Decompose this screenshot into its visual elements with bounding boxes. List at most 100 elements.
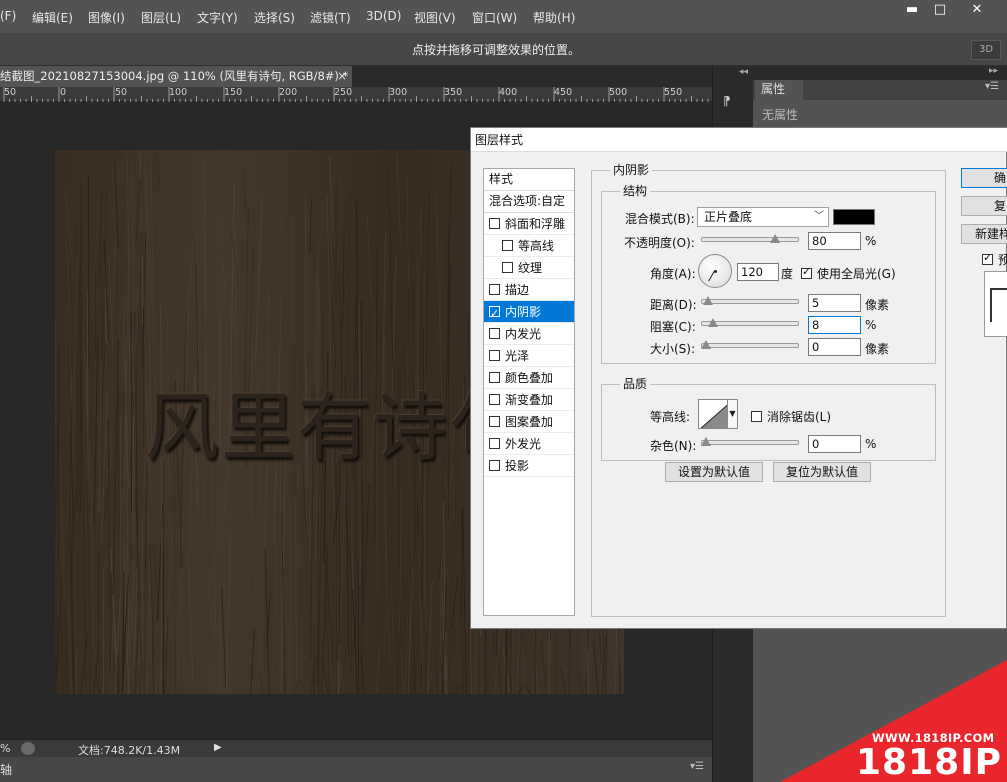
style-item[interactable]: 光泽: [484, 345, 574, 367]
opacity-slider[interactable]: [701, 234, 799, 243]
menu-view[interactable]: 视图(V): [414, 9, 456, 26]
angle-center: [714, 270, 717, 273]
style-item[interactable]: 内阴影: [484, 301, 574, 325]
panel-menu-icon[interactable]: ▾☰: [690, 761, 704, 772]
style-item[interactable]: 内发光: [484, 323, 574, 345]
quality-title: 品质: [620, 377, 651, 391]
distance-slider-thumb[interactable]: [702, 296, 713, 305]
style-checkbox-icon[interactable]: [489, 372, 500, 383]
blend-mode-select[interactable]: 正片叠底 ﹀: [697, 207, 829, 227]
style-item[interactable]: 描边: [484, 279, 574, 301]
paragraph-panel-icon[interactable]: ⁋: [723, 94, 743, 112]
global-light-check-icon[interactable]: [801, 265, 812, 279]
style-item[interactable]: 渐变叠加: [484, 389, 574, 411]
expand-panels-icon[interactable]: ▸▸: [989, 66, 998, 76]
style-checkbox-icon[interactable]: [489, 416, 500, 427]
new-style-button[interactable]: 新建样: [961, 224, 1007, 244]
shadow-color-swatch[interactable]: [833, 209, 875, 225]
make-default-button[interactable]: 设置为默认值: [665, 462, 763, 482]
reset-default-button[interactable]: 复位为默认值: [773, 462, 871, 482]
menu-help[interactable]: 帮助(H): [533, 9, 575, 26]
style-item-label: 颜色叠加: [505, 371, 554, 385]
style-checkbox-icon[interactable]: [489, 284, 500, 295]
distance-label: 距离(D):: [650, 298, 697, 312]
style-checkbox-icon[interactable]: [489, 438, 500, 449]
tab-properties[interactable]: 属性: [755, 80, 803, 100]
style-item-label: 内发光: [505, 327, 542, 341]
size-slider[interactable]: [701, 340, 799, 349]
size-label: 大小(S):: [650, 342, 696, 356]
ok-button[interactable]: 确: [961, 168, 1007, 188]
antialias-check-icon[interactable]: [751, 411, 762, 422]
style-item[interactable]: 等高线: [484, 235, 574, 257]
noise-slider-thumb[interactable]: [701, 437, 711, 446]
preview-check-icon[interactable]: [982, 251, 993, 265]
size-input[interactable]: 0: [808, 338, 861, 356]
choke-input[interactable]: 8: [808, 316, 861, 334]
styles-header[interactable]: 样式: [484, 169, 574, 191]
close-window-button[interactable]: ✕: [955, 0, 999, 20]
style-checkbox-icon[interactable]: [489, 218, 500, 229]
styles-list: 样式 混合选项:自定 斜面和浮雕等高线纹理描边内阴影内发光光泽颜色叠加渐变叠加图…: [483, 168, 575, 616]
style-item[interactable]: 斜面和浮雕: [484, 213, 574, 235]
style-item[interactable]: 外发光: [484, 433, 574, 455]
style-checkbox-icon[interactable]: [489, 350, 500, 361]
style-checkbox-icon[interactable]: [489, 460, 500, 471]
close-tab-icon[interactable]: ×: [337, 66, 347, 87]
style-item[interactable]: 图案叠加: [484, 411, 574, 433]
style-item[interactable]: 颜色叠加: [484, 367, 574, 389]
cancel-button[interactable]: 复: [961, 196, 1007, 216]
preview-checkbox[interactable]: 预: [982, 251, 1007, 268]
style-item-label: 等高线: [518, 239, 555, 253]
menu-window[interactable]: 窗口(W): [472, 9, 517, 26]
style-checkbox-icon[interactable]: [489, 394, 500, 405]
style-item[interactable]: 纹理: [484, 257, 574, 279]
style-item[interactable]: 投影: [484, 455, 574, 477]
distance-slider[interactable]: [701, 296, 799, 305]
menu-select[interactable]: 选择(S): [254, 9, 295, 26]
antialias-checkbox[interactable]: 消除锯齿(L): [751, 408, 831, 425]
maximize-button[interactable]: □: [925, 0, 955, 20]
choke-slider-thumb[interactable]: [707, 318, 718, 327]
section-title: 内阴影: [610, 163, 653, 177]
angle-input[interactable]: 120: [737, 263, 779, 281]
noise-input[interactable]: 0: [808, 435, 861, 453]
collapse-dock-icon[interactable]: ◂◂: [739, 67, 748, 77]
style-checkbox-icon[interactable]: [502, 262, 513, 273]
timeline-label: 轴: [0, 763, 13, 777]
opacity-slider-thumb[interactable]: [769, 234, 780, 243]
menu-type[interactable]: 文字(Y): [197, 9, 238, 26]
style-checkbox-icon[interactable]: [489, 328, 500, 339]
panel-options-icon[interactable]: ▾☰: [985, 81, 999, 92]
document-tab[interactable]: 结截图_20210827153004.jpg @ 110% (风里有诗句, RG…: [0, 66, 352, 87]
menu-filter[interactable]: 滤镜(T): [310, 9, 351, 26]
menu-file[interactable]: (F): [0, 9, 16, 23]
size-slider-thumb[interactable]: [701, 340, 711, 349]
status-info-icon[interactable]: [21, 742, 35, 755]
ruler-label: 50: [115, 87, 128, 98]
style-checkbox-icon[interactable]: [489, 303, 500, 325]
global-light-checkbox[interactable]: 使用全局光(G): [801, 265, 896, 282]
panel-header: ▸▸: [753, 66, 1007, 80]
3d-mode-button[interactable]: 3D: [971, 40, 1001, 60]
status-menu-arrow-icon[interactable]: ▶: [214, 742, 222, 753]
distance-input[interactable]: 5: [808, 294, 861, 312]
zoom-readout[interactable]: %: [0, 742, 10, 755]
menu-image[interactable]: 图像(I): [88, 9, 125, 26]
choke-slider[interactable]: [701, 318, 799, 327]
noise-slider[interactable]: [701, 437, 799, 446]
blending-options[interactable]: 混合选项:自定: [484, 191, 574, 213]
angle-unit: 度: [781, 267, 794, 281]
blend-mode-value: 正片叠底: [704, 210, 753, 224]
noise-label: 杂色(N):: [650, 439, 697, 453]
minimize-button[interactable]: ▬: [897, 0, 927, 20]
contour-dropdown-icon[interactable]: ▼: [727, 399, 738, 429]
opacity-unit: %: [865, 234, 877, 248]
opacity-input[interactable]: 80: [808, 232, 861, 250]
options-bar: 点按并拖移可调整效果的位置。 3D: [0, 33, 1007, 66]
style-checkbox-icon[interactable]: [502, 240, 513, 251]
menu-3d[interactable]: 3D(D): [366, 9, 401, 23]
menu-layer[interactable]: 图层(L): [141, 9, 181, 26]
menu-edit[interactable]: 编辑(E): [32, 9, 73, 26]
angle-dial[interactable]: [698, 254, 732, 288]
